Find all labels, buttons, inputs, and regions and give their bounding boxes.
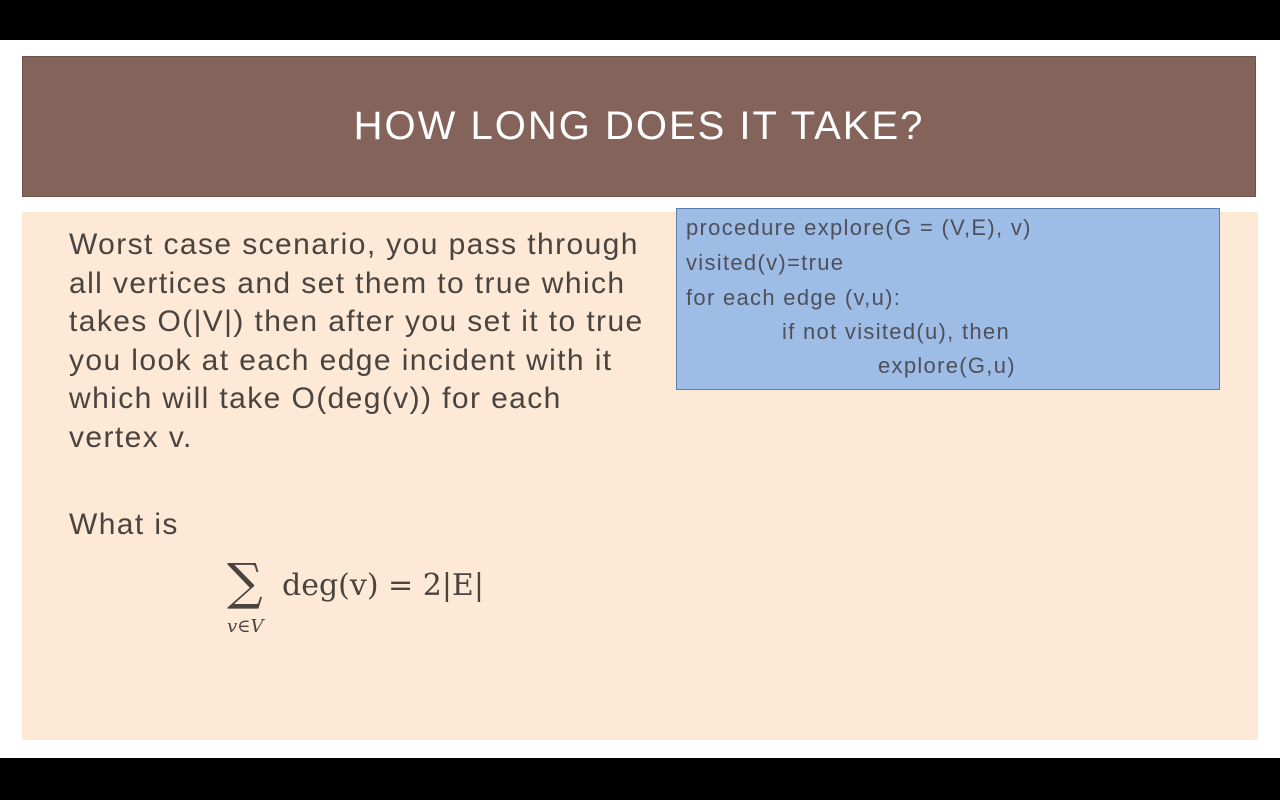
code-line-procedure: procedure explore(G = (V,E), v) <box>686 215 1032 240</box>
code-line-if: if not visited(u), then <box>782 319 1010 344</box>
sum-formula: ∑ v∈V deg(v) = 2|E| <box>227 554 527 644</box>
title-bar: HOW LONG DOES IT TAKE? <box>22 56 1256 197</box>
code-line-visited: visited(v)=true <box>686 250 845 275</box>
summation-subscript: v∈V <box>227 616 264 637</box>
code-line-for-each: for each edge (v,u): <box>686 285 902 310</box>
formula-expression: deg(v) = 2|E| <box>282 568 484 603</box>
question-text: What is <box>69 508 179 541</box>
slide-title: HOW LONG DOES IT TAKE? <box>353 104 925 148</box>
pseudocode-box: procedure explore(G = (V,E), v) visited(… <box>676 208 1220 390</box>
letterbox-bottom <box>0 758 1280 800</box>
body-paragraph: Worst case scenario, you pass through al… <box>69 228 644 454</box>
summation-symbol: ∑ <box>227 553 263 611</box>
code-line-explore: explore(G,u) <box>878 353 1016 378</box>
slide: HOW LONG DOES IT TAKE? Worst case scenar… <box>0 40 1280 758</box>
